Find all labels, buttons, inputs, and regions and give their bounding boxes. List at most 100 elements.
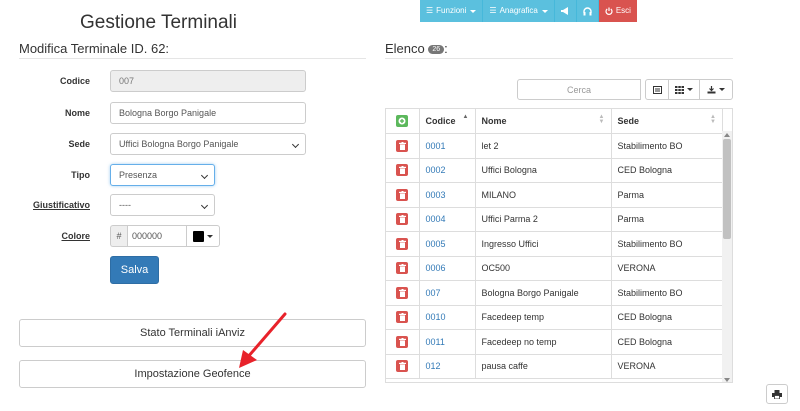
caret-down-icon (687, 88, 693, 91)
table-header-row: Codice ▲ Nome ▲ ▼ Sede ▲ ▼ (386, 109, 723, 134)
color-prefix: # (110, 225, 127, 247)
justification-label: Giustificativo (32, 200, 90, 210)
delete-button[interactable] (396, 139, 409, 152)
row-code[interactable]: 012 (419, 354, 476, 379)
table-row[interactable]: 0005 Ingresso Uffici Stabilimento BO (386, 231, 723, 257)
delete-button[interactable] (396, 188, 409, 201)
row-action-cell (386, 329, 420, 355)
name-input[interactable]: Bologna Borgo Panigale (110, 102, 306, 124)
table-scrollbar[interactable] (722, 131, 732, 382)
color-swatch-button[interactable] (187, 225, 220, 247)
print-button[interactable] (766, 384, 788, 404)
column-header-code[interactable]: Codice ▲ (419, 109, 476, 134)
table-row[interactable]: 0011 Facedeep no temp CED Bologna (386, 329, 723, 355)
page-title: Gestione Terminali (80, 12, 238, 33)
scroll-down-icon[interactable] (724, 378, 730, 382)
trash-icon (398, 288, 406, 297)
row-code[interactable]: 007 (419, 280, 476, 306)
row-name: pausa caffe (475, 354, 612, 379)
registry-menu[interactable]: ☰ Anagrafica (483, 0, 555, 22)
trash-icon (398, 362, 406, 371)
terminals-table: Codice ▲ Nome ▲ ▼ Sede ▲ ▼ 0001 let 2 Stabilime… (385, 108, 733, 383)
scroll-thumb[interactable] (723, 139, 731, 239)
delete-button[interactable] (396, 164, 409, 177)
table-row[interactable]: 0002 Uffici Bologna CED Bologna (386, 158, 723, 183)
justification-select[interactable]: ---- (110, 194, 215, 216)
site-select[interactable]: Uffici Bologna Borgo Panigale (110, 133, 306, 155)
row-code[interactable]: 0003 (419, 182, 476, 208)
trash-icon (398, 239, 406, 248)
card-view-button[interactable] (645, 79, 669, 100)
chevron-down-icon (291, 140, 300, 149)
caret-down-icon (207, 234, 213, 238)
color-picker: # 000000 (110, 225, 220, 247)
row-name: Facedeep temp (475, 305, 612, 330)
table-row[interactable]: 0003 MILANO Parma (386, 182, 723, 208)
row-code[interactable]: 0006 (419, 256, 476, 281)
row-code[interactable]: 0011 (419, 329, 476, 355)
table-row[interactable]: 0006 OC500 VERONA (386, 256, 723, 281)
name-label: Nome (64, 108, 90, 118)
save-button[interactable]: Salva (110, 256, 159, 284)
functions-menu[interactable]: ☰ Funzioni (420, 0, 484, 22)
list-icon: ☰ (489, 6, 497, 15)
announce-button[interactable] (554, 0, 577, 22)
column-header-name[interactable]: Nome ▲ ▼ (475, 109, 612, 134)
search-input[interactable]: Cerca (517, 79, 641, 100)
delete-button[interactable] (396, 360, 409, 373)
delete-button[interactable] (396, 311, 409, 324)
type-row: Tipo Presenza (0, 164, 370, 188)
table-row[interactable]: 007 Bologna Borgo Panigale Stabilimento BO (386, 280, 723, 306)
delete-button[interactable] (396, 262, 409, 275)
row-site: Stabilimento BO (611, 231, 723, 257)
table-row[interactable]: 0001 let 2 Stabilimento BO (386, 133, 723, 159)
headphones-icon (583, 6, 592, 15)
row-action-cell (386, 354, 420, 379)
sort-icon: ▲ ▼ (598, 114, 605, 125)
row-action-cell (386, 231, 420, 257)
scroll-up-icon[interactable] (724, 133, 730, 137)
add-button[interactable] (396, 115, 409, 127)
columns-button[interactable] (668, 79, 700, 100)
delete-button[interactable] (396, 213, 409, 226)
trash-icon (398, 264, 406, 273)
exit-button[interactable]: Esci (598, 0, 637, 22)
row-name: Ingresso Uffici (475, 231, 612, 257)
color-input[interactable]: 000000 (127, 225, 187, 247)
row-code[interactable]: 0002 (419, 158, 476, 183)
delete-button[interactable] (396, 335, 409, 348)
power-icon (605, 7, 613, 15)
row-name: Bologna Borgo Panigale (475, 280, 612, 306)
row-code[interactable]: 0004 (419, 207, 476, 232)
column-header-site[interactable]: Sede ▲ ▼ (611, 109, 723, 134)
code-input[interactable]: 007 (110, 70, 306, 92)
justification-row: Giustificativo ---- (0, 194, 370, 218)
divider (385, 58, 733, 59)
row-code[interactable]: 0001 (419, 133, 476, 159)
row-code[interactable]: 0010 (419, 305, 476, 330)
terminal-status-button[interactable]: Stato Terminali iAnviz (19, 319, 366, 347)
row-action-cell (386, 305, 420, 330)
table-row[interactable]: 012 pausa caffe VERONA (386, 354, 723, 379)
sort-asc-icon: ▲ (462, 114, 469, 120)
delete-button[interactable] (396, 286, 409, 299)
color-swatch (193, 230, 204, 242)
table-row[interactable]: 0004 Uffici Parma 2 Parma (386, 207, 723, 232)
table-row[interactable]: 0010 Facedeep temp CED Bologna (386, 305, 723, 330)
export-button[interactable] (699, 79, 733, 100)
row-site: VERONA (611, 256, 723, 281)
support-button[interactable] (576, 0, 599, 22)
row-name: Facedeep no temp (475, 329, 612, 355)
delete-button[interactable] (396, 237, 409, 250)
row-code[interactable]: 0005 (419, 231, 476, 257)
trash-icon (398, 141, 406, 150)
row-name: MILANO (475, 182, 612, 208)
row-site: CED Bologna (611, 158, 723, 183)
row-action-cell (386, 280, 420, 306)
geofence-settings-button[interactable]: Impostazione Geofence (19, 360, 366, 388)
megaphone-icon (560, 7, 568, 15)
plus-icon (398, 117, 406, 125)
type-select[interactable]: Presenza (110, 164, 215, 186)
card-view-icon (652, 85, 662, 94)
name-row: Nome Bologna Borgo Panigale (0, 102, 370, 126)
